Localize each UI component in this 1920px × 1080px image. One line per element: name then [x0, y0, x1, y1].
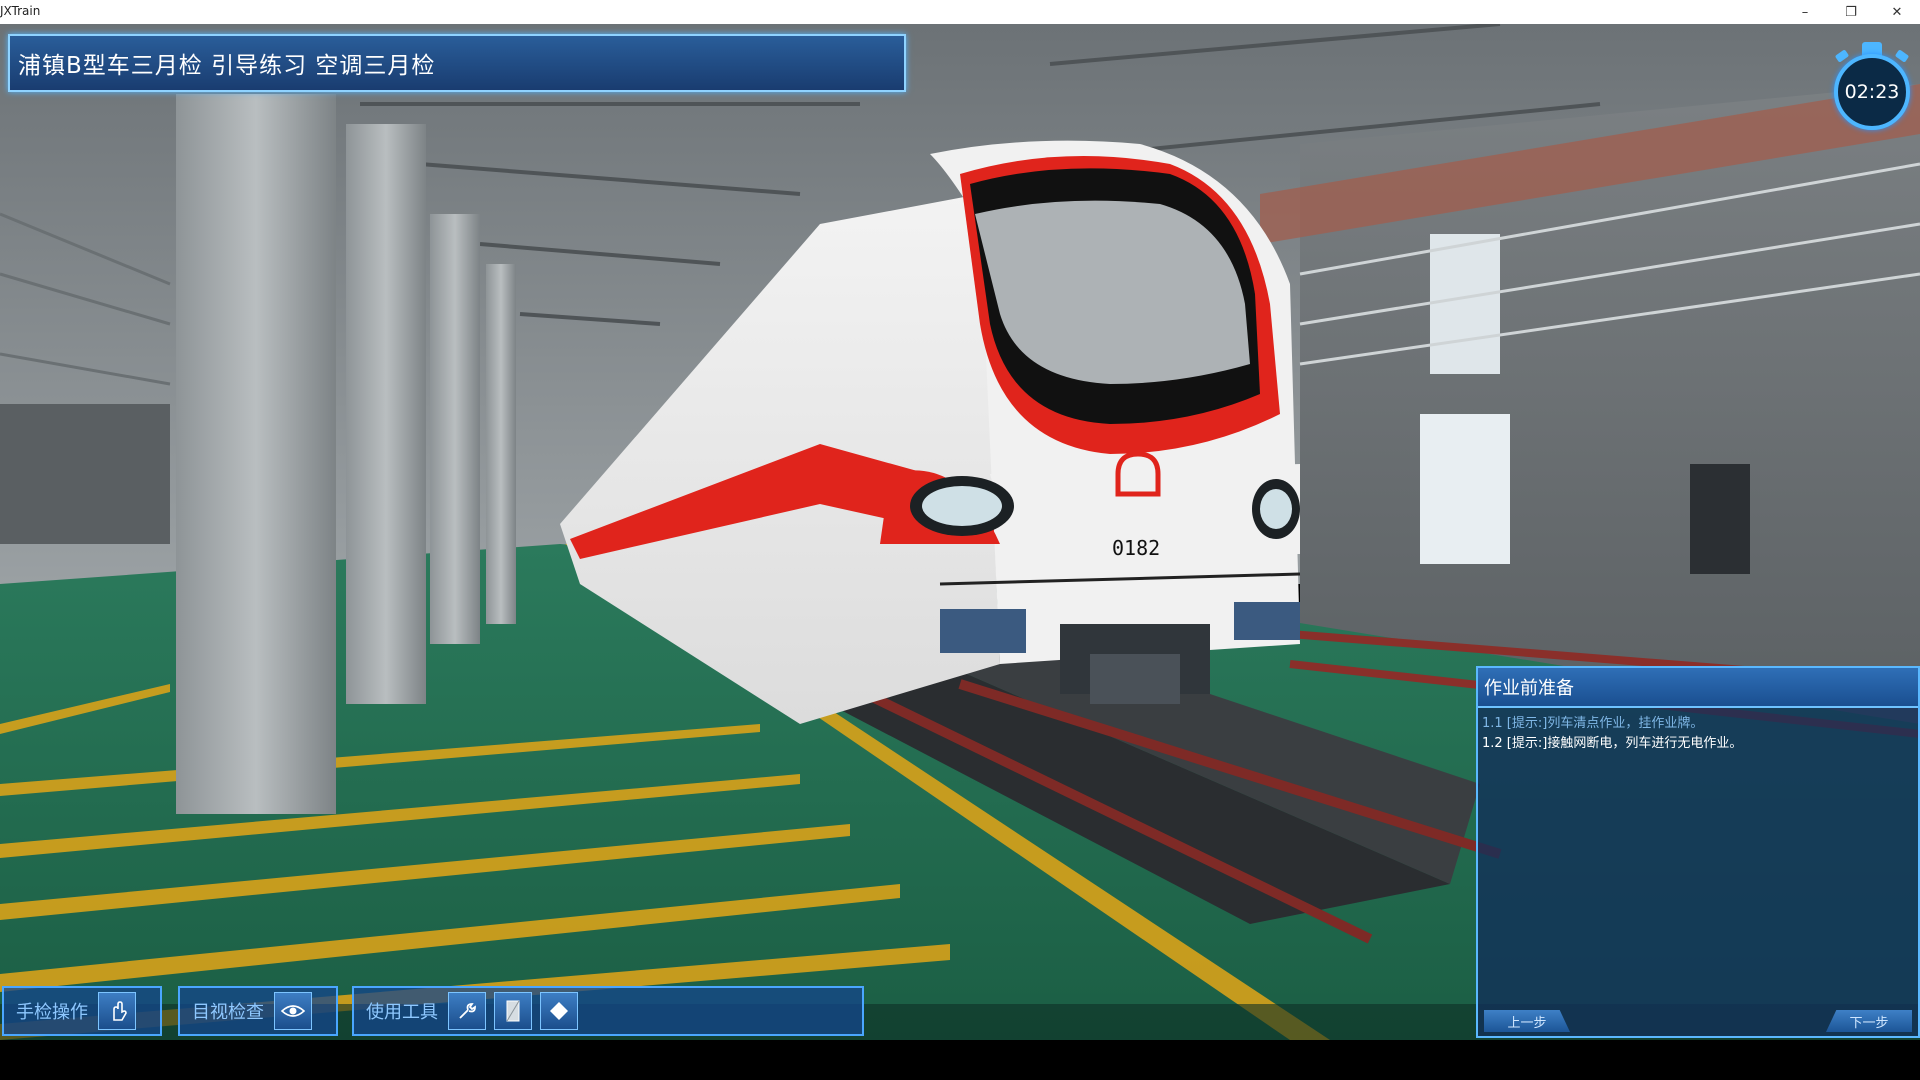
wrench-icon[interactable]: [448, 992, 486, 1030]
minimize-button[interactable]: –: [1782, 0, 1828, 24]
task-list: 1.1 [提示:]列车清点作业，挂作业牌。 1.2 [提示:]接触网断电，列车进…: [1482, 714, 1914, 754]
app-title: JXTrain: [0, 4, 41, 18]
task-panel-header: 作业前准备: [1478, 668, 1918, 708]
task-title: 浦镇B型车三月检 引导练习 空调三月检: [18, 53, 436, 79]
manual-operation-group: 手检操作: [2, 986, 162, 1036]
window-titlebar: JXTrain – ❐ ✕: [0, 0, 1920, 24]
diamond-icon[interactable]: [540, 992, 578, 1030]
next-step-button[interactable]: 下一步: [1826, 1010, 1912, 1032]
previous-step-button[interactable]: 上一步: [1484, 1010, 1570, 1032]
visual-inspection-group: 目视检查: [178, 986, 338, 1036]
train-number: 0182: [1112, 536, 1161, 560]
bottom-letterbox: [0, 1040, 1920, 1080]
use-tools-group: 使用工具: [352, 986, 864, 1036]
tablet-icon[interactable]: [494, 992, 532, 1030]
stopwatch-ear-right: [1894, 49, 1910, 63]
stopwatch-timer: 02:23: [1832, 42, 1912, 132]
stopwatch-icon: 02:23: [1834, 54, 1910, 130]
hand-icon[interactable]: [98, 992, 136, 1030]
task-nav-row: 上一步 下一步: [1478, 1004, 1918, 1036]
task-panel: 作业前准备 1.1 [提示:]列车清点作业，挂作业牌。 1.2 [提示:]接触网…: [1476, 666, 1920, 1038]
visual-inspection-label: 目视检查: [192, 1002, 264, 1023]
eye-icon[interactable]: [274, 992, 312, 1030]
stopwatch-ear-left: [1834, 49, 1850, 63]
task-item[interactable]: 1.1 [提示:]列车清点作业，挂作业牌。: [1482, 714, 1914, 734]
restore-button[interactable]: ❐: [1828, 0, 1874, 24]
use-tools-label: 使用工具: [366, 1002, 438, 1023]
timer-value: 02:23: [1844, 81, 1900, 103]
task-item[interactable]: 1.2 [提示:]接触网断电，列车进行无电作业。: [1482, 734, 1914, 754]
task-panel-title: 作业前准备: [1484, 678, 1574, 699]
manual-operation-label: 手检操作: [16, 1002, 88, 1023]
close-button[interactable]: ✕: [1874, 0, 1920, 24]
task-title-banner: 浦镇B型车三月检 引导练习 空调三月检: [8, 34, 906, 92]
